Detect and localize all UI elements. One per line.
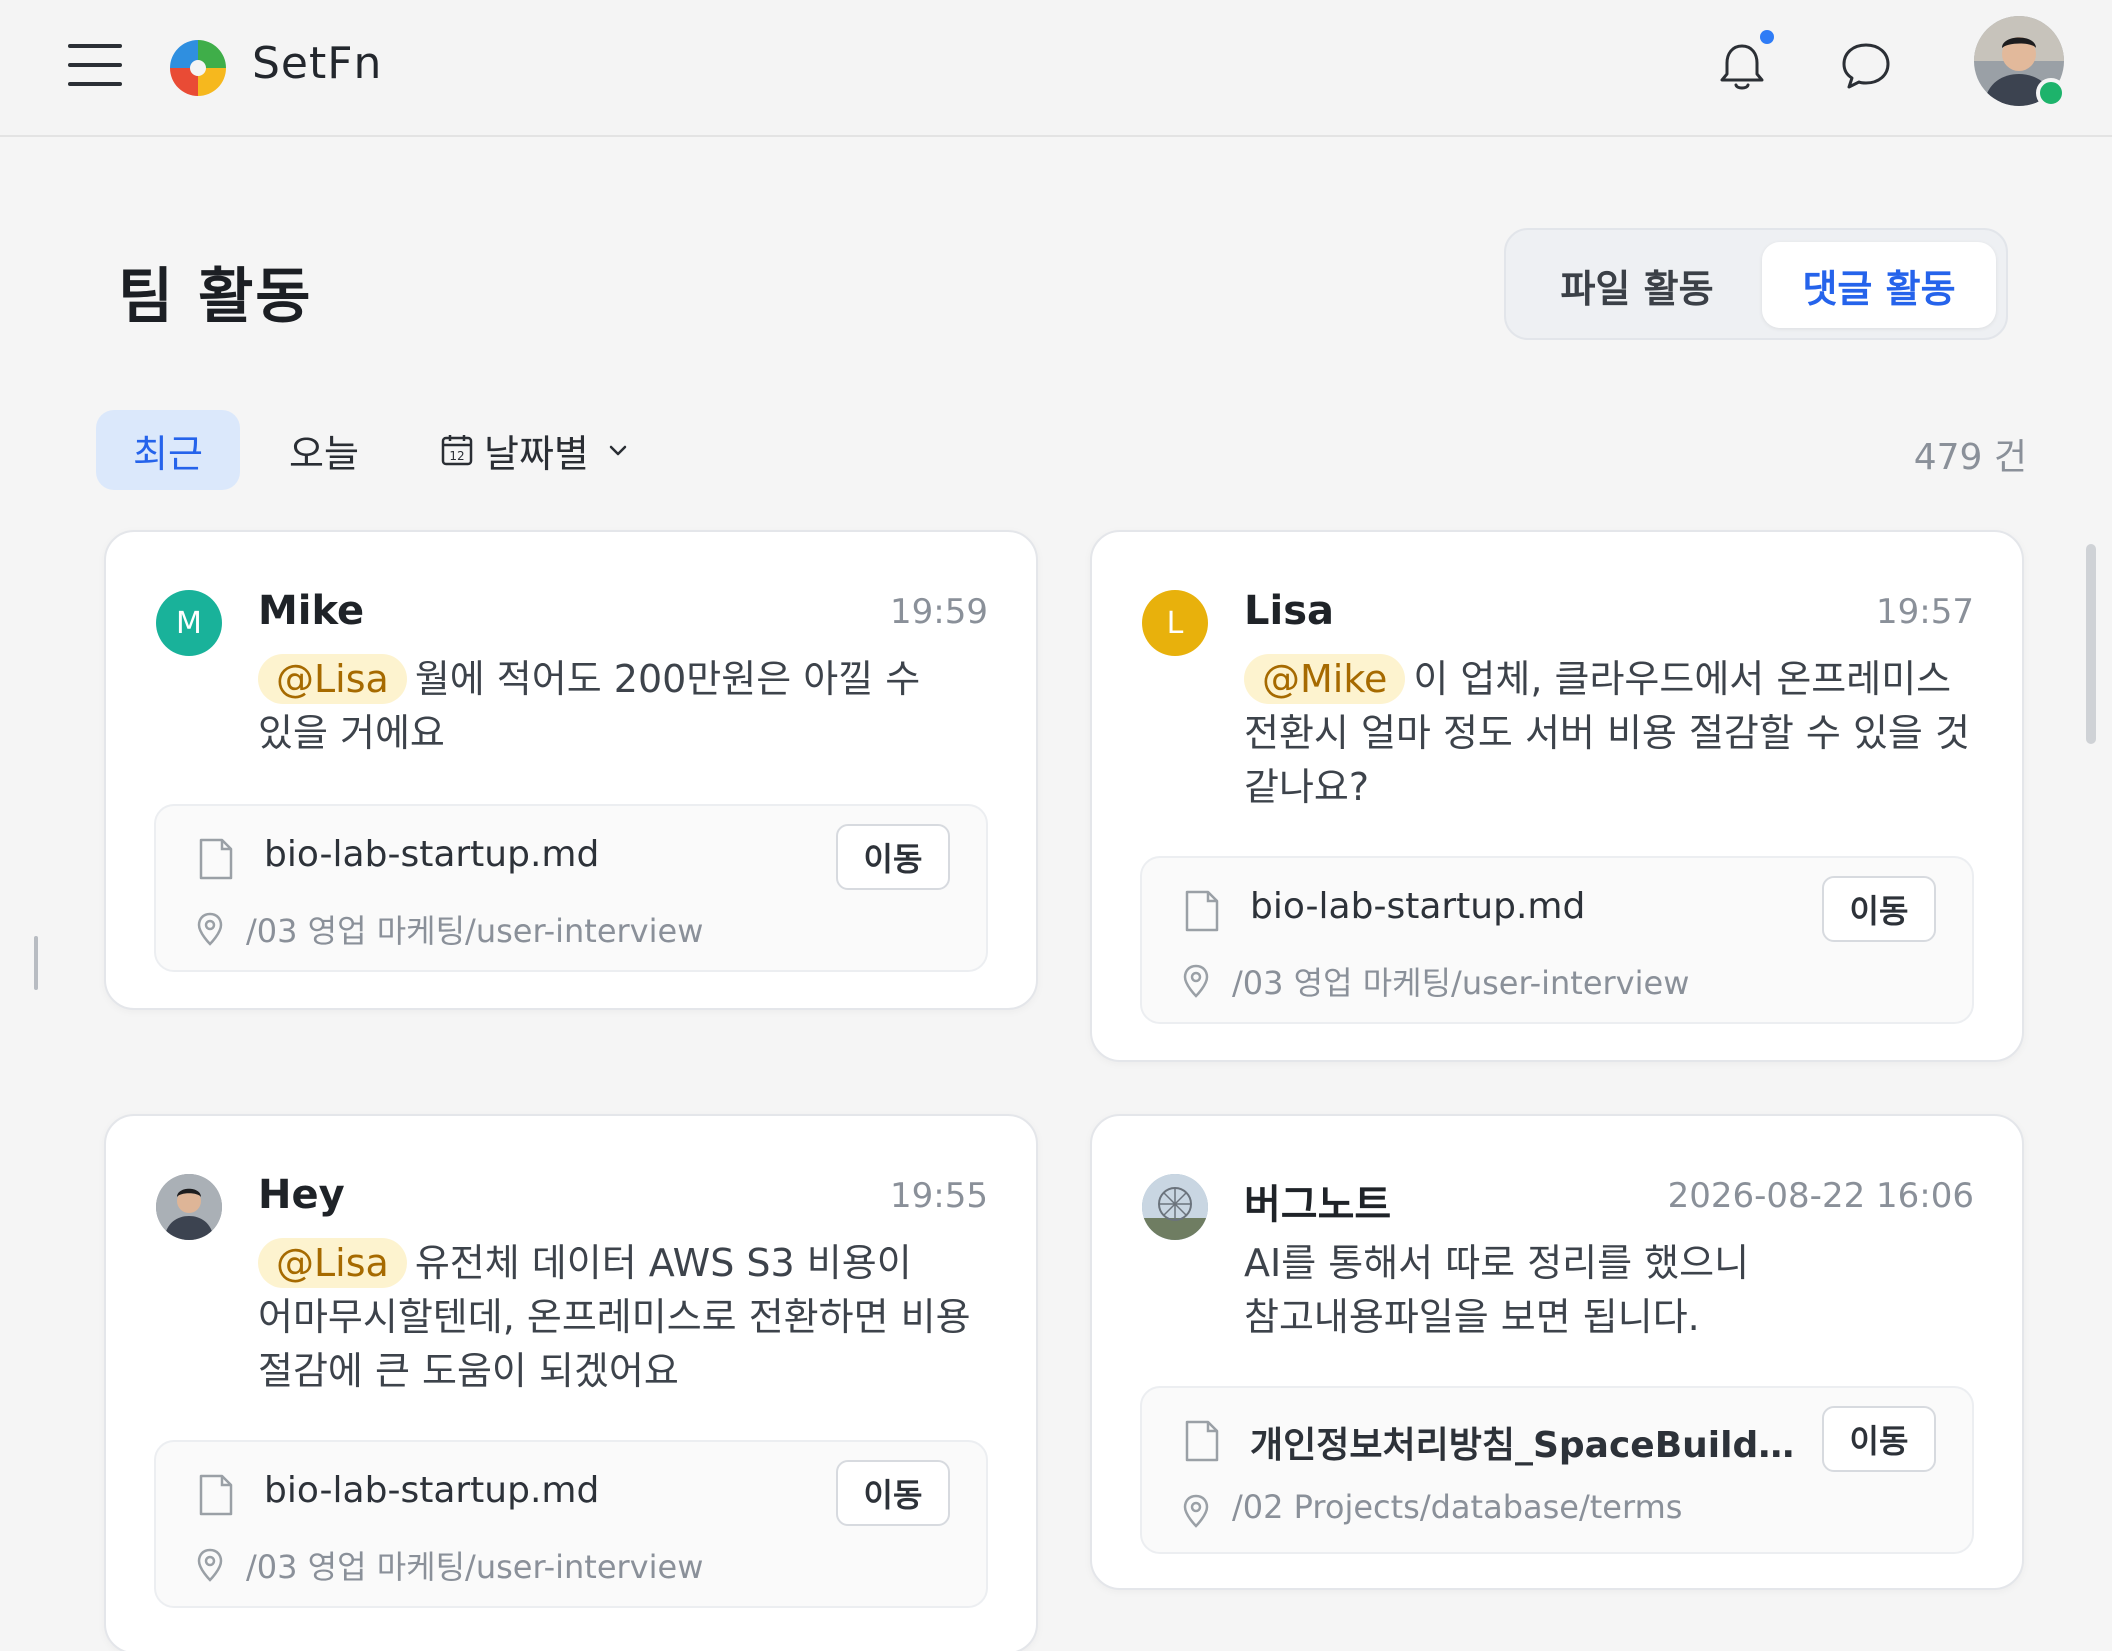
chevron-down-icon xyxy=(609,445,627,456)
tab-comment-activity[interactable]: 댓글 활동 xyxy=(1762,242,1996,328)
filter-recent[interactable]: 최근 xyxy=(96,410,240,490)
notification-dot xyxy=(1760,30,1774,44)
brand-name: SetFn xyxy=(252,38,383,89)
file-name[interactable]: 개인정보처리방침_SpaceBuilder-... xyxy=(1250,1416,1810,1468)
avatar: L xyxy=(1142,590,1208,656)
move-button[interactable]: 이동 xyxy=(836,824,950,890)
mention-tag[interactable]: @Lisa xyxy=(258,654,407,704)
tab-file-activity[interactable]: 파일 활동 xyxy=(1520,242,1754,328)
file-name[interactable]: bio-lab-startup.md xyxy=(264,834,599,875)
location-pin-icon xyxy=(1183,1494,1209,1528)
comment-author: Hey xyxy=(258,1172,345,1218)
scrollbar[interactable] xyxy=(2086,544,2096,744)
avatar xyxy=(156,1174,222,1240)
avatar-photo xyxy=(156,1174,222,1240)
comment-author: Mike xyxy=(258,588,365,634)
svg-text:12: 12 xyxy=(449,449,464,463)
result-count: 479 건 xyxy=(1913,437,2027,478)
comment-body: AI를 통해서 따로 정리를 했으니 참고내용파일을 보면 됩니다. xyxy=(1244,1241,1750,1339)
page-title: 팀 활동 xyxy=(118,262,313,332)
comment-text: @Lisa 월에 적어도 200만원은 아낄 수 있을 거에요 xyxy=(258,652,992,760)
file-icon xyxy=(199,838,233,880)
filter-by-date[interactable]: 12 날짜별 xyxy=(440,410,650,490)
move-button[interactable]: 이동 xyxy=(1822,876,1936,942)
location-pin-icon xyxy=(197,1548,223,1582)
file-icon xyxy=(199,1474,233,1516)
file-path: /03 영업 마케팅/user-interview xyxy=(1232,964,1690,1002)
filter-by-date-label: 날짜별 xyxy=(484,431,589,476)
filter-today[interactable]: 오늘 xyxy=(268,410,380,490)
file-name[interactable]: bio-lab-startup.md xyxy=(264,1470,599,1511)
comment-time: 19:57 xyxy=(1876,592,1974,632)
comment-card[interactable]: M Mike 19:59 @Lisa 월에 적어도 200만원은 아낄 수 있을 … xyxy=(104,530,1038,1010)
move-button[interactable]: 이동 xyxy=(836,1460,950,1526)
avatar-photo xyxy=(1142,1174,1208,1240)
comment-text: @Mike 이 업체, 클라우드에서 온프레미스 전환시 얼마 정도 서버 비용 … xyxy=(1244,652,1978,814)
menu-icon[interactable] xyxy=(68,44,124,88)
bell-icon[interactable] xyxy=(1712,36,1772,96)
file-path: /03 영업 마케팅/user-interview xyxy=(246,912,704,950)
comment-card[interactable]: L Lisa 19:57 @Mike 이 업체, 클라우드에서 온프레미스 전환시… xyxy=(1090,530,2024,1062)
file-name[interactable]: bio-lab-startup.md xyxy=(1250,886,1585,927)
file-path: /02 Projects/database/terms xyxy=(1232,1488,1683,1526)
comment-time: 19:55 xyxy=(890,1176,988,1216)
calendar-icon: 12 xyxy=(441,435,473,466)
comment-text: AI를 통해서 따로 정리를 했으니 참고내용파일을 보면 됩니다. xyxy=(1244,1236,1978,1344)
location-pin-icon xyxy=(197,912,223,946)
file-reference: 개인정보처리방침_SpaceBuilder-... 이동 /02 Project… xyxy=(1140,1386,1974,1554)
file-path: /03 영업 마케팅/user-interview xyxy=(246,1548,704,1586)
mention-tag[interactable]: @Mike xyxy=(1244,654,1406,704)
comment-time: 2026-08-22 16:06 xyxy=(1667,1176,1974,1216)
comment-card[interactable]: 버그노트 2026-08-22 16:06 AI를 통해서 따로 정리를 했으니… xyxy=(1090,1114,2024,1590)
chat-icon[interactable] xyxy=(1836,36,1896,96)
avatar-initial: L xyxy=(1166,605,1184,641)
move-button[interactable]: 이동 xyxy=(1822,1406,1936,1472)
location-pin-icon xyxy=(1183,964,1209,998)
resize-handle[interactable] xyxy=(34,936,38,990)
comment-text: @Lisa 유전체 데이터 AWS S3 비용이 어마무시할텐데, 온프레미스로 … xyxy=(258,1236,992,1398)
logo-icon xyxy=(170,40,226,96)
comment-author: 버그노트 xyxy=(1244,1182,1392,1228)
avatar: M xyxy=(156,590,222,656)
comment-author: Lisa xyxy=(1244,588,1334,634)
online-status-dot xyxy=(2036,78,2066,108)
comment-time: 19:59 xyxy=(890,592,988,632)
file-reference: bio-lab-startup.md 이동 /03 영업 마케팅/user-in… xyxy=(1140,856,1974,1024)
file-reference: bio-lab-startup.md 이동 /03 영업 마케팅/user-in… xyxy=(154,804,988,972)
activity-type-toggle: 파일 활동 댓글 활동 xyxy=(1504,228,2008,340)
avatar-initial: M xyxy=(176,605,202,641)
file-icon xyxy=(1185,1420,1219,1462)
comment-card[interactable]: Hey 19:55 @Lisa 유전체 데이터 AWS S3 비용이 어마무시할텐… xyxy=(104,1114,1038,1651)
avatar xyxy=(1142,1174,1208,1240)
file-icon xyxy=(1185,890,1219,932)
file-reference: bio-lab-startup.md 이동 /03 영업 마케팅/user-in… xyxy=(154,1440,988,1608)
mention-tag[interactable]: @Lisa xyxy=(258,1238,407,1288)
top-bar: SetFn xyxy=(0,0,2112,137)
